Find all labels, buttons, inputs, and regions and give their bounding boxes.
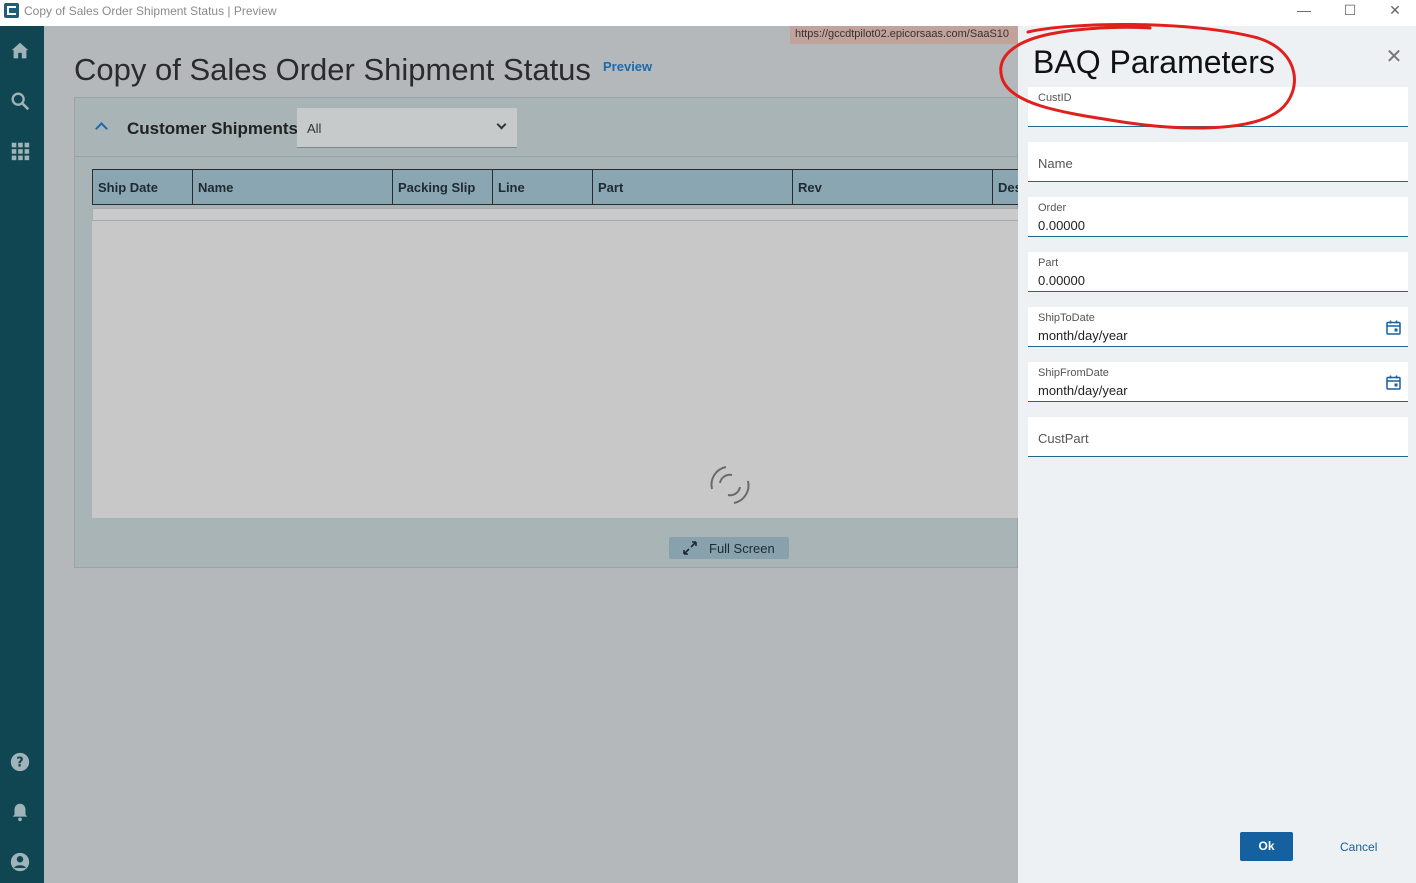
custid-field[interactable]: CustID bbox=[1028, 87, 1408, 127]
navigation-rail: ? bbox=[0, 26, 44, 883]
drawer-title: BAQ Parameters bbox=[1033, 44, 1275, 80]
column-header[interactable]: Des bbox=[993, 170, 1019, 204]
grid-body bbox=[92, 221, 1019, 518]
column-header[interactable]: Line bbox=[493, 170, 593, 204]
full-screen-label: Full Screen bbox=[709, 541, 775, 556]
page-title: Copy of Sales Order Shipment Status bbox=[74, 52, 591, 87]
help-icon[interactable]: ? bbox=[9, 751, 31, 773]
name-field[interactable]: Name bbox=[1028, 142, 1408, 182]
field-value: 0.00000 bbox=[1038, 273, 1085, 288]
field-label: ShipFromDate bbox=[1038, 367, 1109, 379]
url-hint: https://gccdtpilot02.epicorsaas.com/SaaS… bbox=[790, 26, 1018, 44]
column-header[interactable]: Part bbox=[593, 170, 793, 204]
field-value: month/day/year bbox=[1038, 383, 1128, 398]
search-icon[interactable] bbox=[9, 90, 31, 112]
order-field[interactable]: Order 0.00000 bbox=[1028, 197, 1408, 237]
column-header[interactable]: Packing Slip bbox=[393, 170, 493, 204]
field-label: ShipToDate bbox=[1038, 312, 1095, 324]
filter-select[interactable]: All bbox=[297, 108, 517, 148]
column-header[interactable]: Rev bbox=[793, 170, 993, 204]
field-value: 0.00000 bbox=[1038, 218, 1085, 233]
customer-shipments-panel: Customer Shipments All Ship Date Name Pa… bbox=[74, 97, 1019, 568]
notifications-icon[interactable] bbox=[9, 801, 31, 823]
field-label: Name bbox=[1038, 156, 1073, 171]
filter-select-value: All bbox=[307, 121, 322, 136]
account-icon[interactable] bbox=[9, 851, 31, 873]
field-label: Part bbox=[1038, 257, 1059, 269]
field-value: month/day/year bbox=[1038, 328, 1128, 343]
column-header[interactable]: Name bbox=[193, 170, 393, 204]
chevron-up-icon[interactable] bbox=[95, 122, 108, 135]
grid-header: Ship Date Name Packing Slip Line Part Re… bbox=[92, 169, 1019, 205]
field-label: Order bbox=[1038, 202, 1067, 214]
cancel-button[interactable]: Cancel bbox=[1340, 840, 1377, 854]
ship-to-date-field[interactable]: ShipToDate month/day/year bbox=[1028, 307, 1408, 347]
close-icon[interactable]: ✕ bbox=[1384, 47, 1404, 68]
ship-from-date-field[interactable]: ShipFromDate month/day/year bbox=[1028, 362, 1408, 402]
full-screen-button[interactable]: Full Screen bbox=[669, 537, 789, 559]
calendar-icon[interactable] bbox=[1386, 375, 1401, 390]
part-field[interactable]: Part 0.00000 bbox=[1028, 252, 1408, 292]
maximize-button[interactable]: ☐ bbox=[1327, 0, 1373, 22]
expand-icon bbox=[683, 541, 697, 555]
preview-link[interactable]: Preview bbox=[603, 59, 652, 74]
calendar-icon[interactable] bbox=[1386, 320, 1401, 335]
grid-filter-row[interactable] bbox=[92, 208, 1019, 221]
field-label: CustID bbox=[1038, 92, 1072, 104]
panel-title: Customer Shipments bbox=[127, 119, 298, 138]
ok-button[interactable]: Ok bbox=[1240, 832, 1293, 861]
window-title: Copy of Sales Order Shipment Status | Pr… bbox=[24, 4, 277, 18]
field-label: CustPart bbox=[1038, 431, 1089, 446]
apps-grid-icon[interactable] bbox=[9, 140, 31, 162]
svg-text:?: ? bbox=[16, 756, 23, 771]
baq-parameters-drawer: BAQ Parameters ✕ CustID Name Order 0.000… bbox=[1018, 26, 1416, 883]
home-icon[interactable] bbox=[9, 40, 31, 62]
close-window-button[interactable]: ✕ bbox=[1372, 0, 1416, 22]
minimize-button[interactable]: — bbox=[1281, 0, 1327, 22]
window-titlebar: Copy of Sales Order Shipment Status | Pr… bbox=[0, 0, 1416, 26]
column-header[interactable]: Ship Date bbox=[93, 170, 193, 204]
chevron-down-icon bbox=[496, 119, 507, 130]
panel-header: Customer Shipments All bbox=[75, 98, 1019, 157]
app-logo-icon bbox=[4, 3, 19, 18]
custpart-field[interactable]: CustPart bbox=[1028, 417, 1408, 457]
loading-spinner-icon bbox=[710, 466, 750, 504]
